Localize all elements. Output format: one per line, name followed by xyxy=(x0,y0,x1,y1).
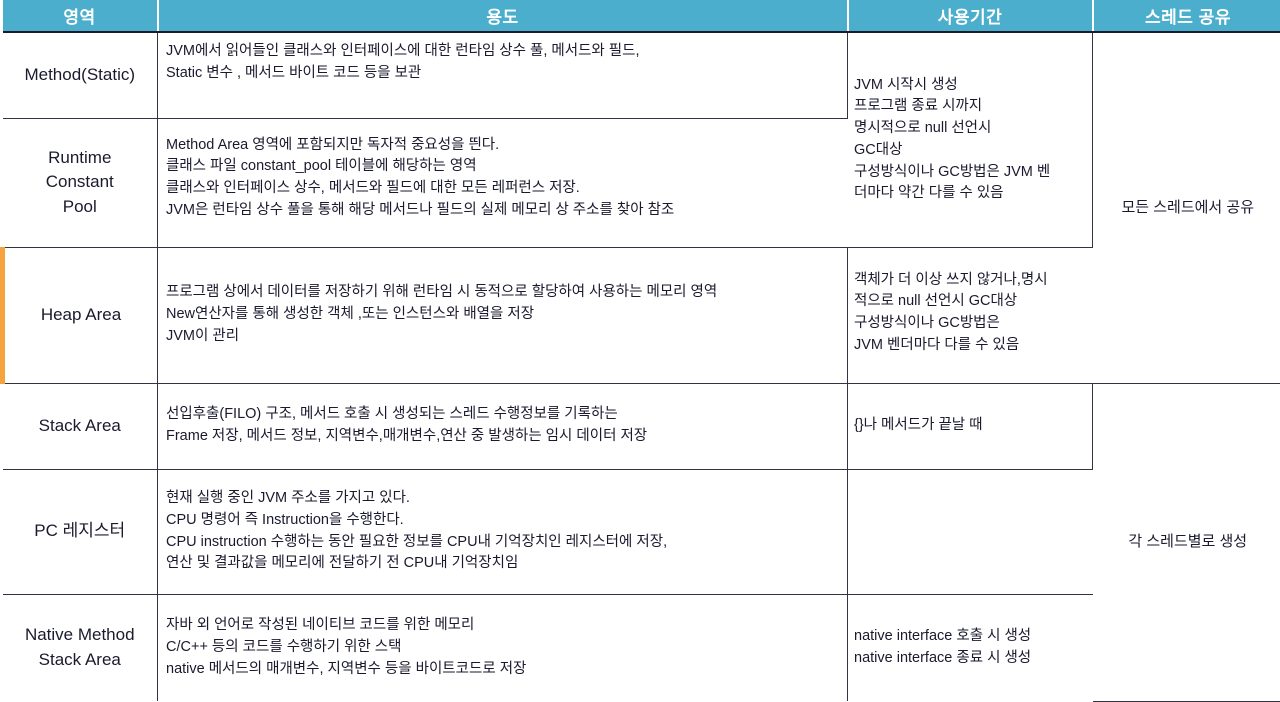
cell-lifetime-native-method-stack: native interface 호출 시 생성 native interfac… xyxy=(848,594,1093,701)
header-row: 영역 용도 사용기간 스레드 공유 xyxy=(3,0,1280,32)
cell-thread-share-per-thread: 각 스레드별로 생성 xyxy=(1093,383,1280,701)
cell-usage-native-method-stack: 자바 외 언어로 작성된 네이티브 코드를 위한 메모리 C/C++ 등의 코드… xyxy=(158,594,848,701)
header-area: 영역 xyxy=(3,0,158,32)
table-row: Native Method Stack Area 자바 외 언어로 작성된 네이… xyxy=(3,594,1280,701)
jvm-memory-table: 영역 용도 사용기간 스레드 공유 Method(Static) JVM에서 읽… xyxy=(0,0,1280,702)
table-header: 영역 용도 사용기간 스레드 공유 xyxy=(3,0,1280,32)
cell-usage-pc-register: 현재 실행 중인 JVM 주소를 가지고 있다. CPU 명령어 즉 Instr… xyxy=(158,469,848,594)
header-usage: 용도 xyxy=(158,0,848,32)
table-row: Heap Area 프로그램 상에서 데이터를 저장하기 위해 런타임 시 동적… xyxy=(3,247,1280,383)
table-row: PC 레지스터 현재 실행 중인 JVM 주소를 가지고 있다. CPU 명령어… xyxy=(3,469,1280,594)
cell-lifetime-heap: 객체가 더 이상 쓰지 않거나,명시 적으로 null 선언시 GC대상 구성방… xyxy=(848,247,1093,383)
cell-area-native-method-stack: Native Method Stack Area xyxy=(3,594,158,701)
cell-area-pc-register: PC 레지스터 xyxy=(3,469,158,594)
cell-area-stack: Stack Area xyxy=(3,383,158,469)
cell-area-method-static: Method(Static) xyxy=(3,32,158,118)
cell-usage-method-static: JVM에서 읽어들인 클래스와 인터페이스에 대한 런타임 상수 풀, 메서드와… xyxy=(158,32,848,118)
cell-area-heap: Heap Area xyxy=(3,247,158,383)
cell-lifetime-pc-register xyxy=(848,469,1093,594)
cell-usage-stack: 선입후출(FILO) 구조, 메서드 호출 시 생성되는 스레드 수행정보를 기… xyxy=(158,383,848,469)
table-row: Method(Static) JVM에서 읽어들인 클래스와 인터페이스에 대한… xyxy=(3,32,1280,118)
table-row: Stack Area 선입후출(FILO) 구조, 메서드 호출 시 생성되는 … xyxy=(3,383,1280,469)
header-thread-share: 스레드 공유 xyxy=(1093,0,1280,32)
cell-lifetime-method-area: JVM 시작시 생성 프로그램 종료 시까지 명시적으로 null 선언시 GC… xyxy=(848,32,1093,247)
header-lifetime: 사용기간 xyxy=(848,0,1093,32)
cell-thread-share-shared: 모든 스레드에서 공유 xyxy=(1093,32,1280,383)
cell-usage-heap: 프로그램 상에서 데이터를 저장하기 위해 런타임 시 동적으로 할당하여 사용… xyxy=(158,247,848,383)
table-body: Method(Static) JVM에서 읽어들인 클래스와 인터페이스에 대한… xyxy=(3,32,1280,701)
cell-lifetime-stack: {}나 메서드가 끝날 때 xyxy=(848,383,1093,469)
cell-area-runtime-constant-pool: Runtime Constant Pool xyxy=(3,118,158,247)
cell-usage-runtime-constant-pool: Method Area 영역에 포함되지만 독자적 중요성을 띈다. 클래스 파… xyxy=(158,118,848,247)
